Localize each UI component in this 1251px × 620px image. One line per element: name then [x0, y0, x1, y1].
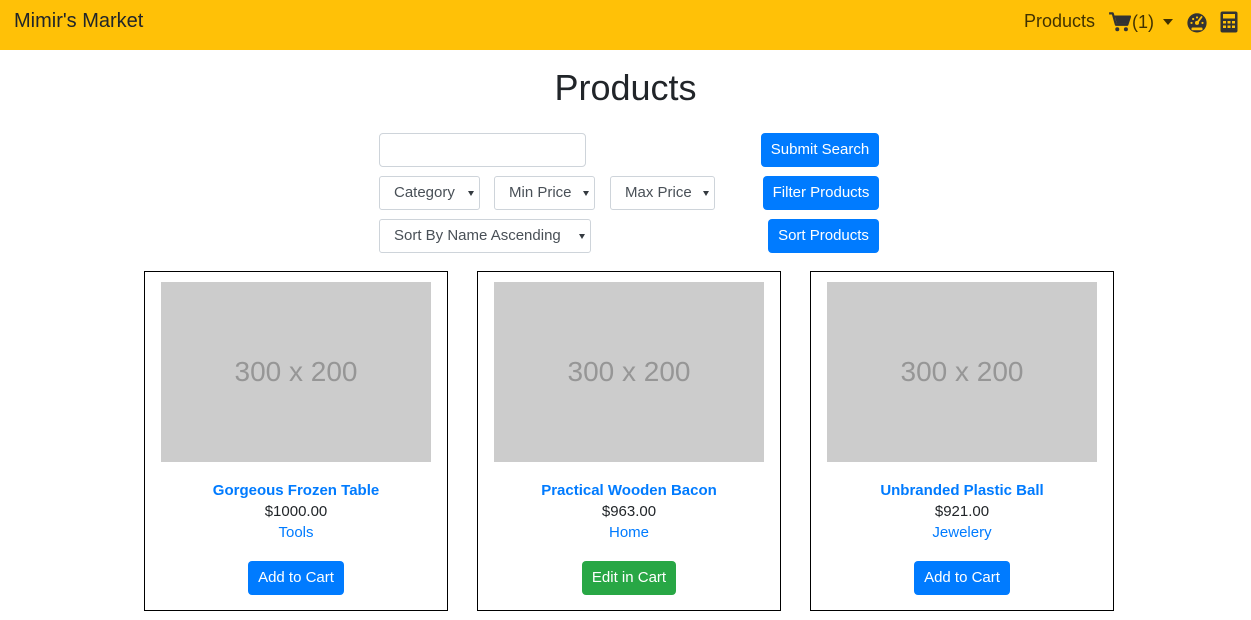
product-card: 300 x 200 Gorgeous Frozen Table $1000.00…: [144, 271, 448, 611]
product-name-link[interactable]: Practical Wooden Bacon: [478, 482, 780, 499]
cart-dropdown-toggle[interactable]: (1): [1109, 9, 1173, 35]
max-price-select-value: Max Price: [625, 184, 692, 201]
product-name-link[interactable]: Gorgeous Frozen Table: [145, 482, 447, 499]
min-price-select[interactable]: Min Price: [494, 176, 595, 210]
cart-icon: [1109, 12, 1131, 32]
product-image-placeholder: 300 x 200: [827, 282, 1097, 462]
product-price: $963.00: [601, 503, 657, 520]
product-name-link[interactable]: Unbranded Plastic Ball: [811, 482, 1113, 499]
product-category-link[interactable]: Tools: [145, 524, 447, 541]
navbar: Mimir's Market Products (1): [0, 0, 1251, 50]
search-input[interactable]: [379, 133, 586, 167]
sort-select-value: Sort By Name Ascending: [394, 227, 561, 244]
sort-select[interactable]: Sort By Name Ascending: [379, 219, 591, 253]
brand-link[interactable]: Mimir's Market: [14, 10, 143, 33]
submit-search-button[interactable]: Submit Search: [761, 133, 879, 167]
product-image-placeholder: 300 x 200: [161, 282, 431, 462]
product-image-placeholder: 300 x 200: [494, 282, 764, 462]
product-category-link[interactable]: Home: [478, 524, 780, 541]
tachometer-icon[interactable]: [1186, 11, 1208, 33]
product-price: $1000.00: [264, 503, 328, 520]
cart-count: (1): [1132, 11, 1154, 32]
product-card: 300 x 200 Unbranded Plastic Ball $921.00…: [810, 271, 1114, 611]
product-category-link[interactable]: Jewelery: [811, 524, 1113, 541]
category-select-value: Category: [394, 184, 455, 201]
max-price-select[interactable]: Max Price: [610, 176, 715, 210]
product-card: 300 x 200 Practical Wooden Bacon $963.00…: [477, 271, 781, 611]
sort-products-button[interactable]: Sort Products: [768, 219, 879, 253]
category-select[interactable]: Category: [379, 176, 480, 210]
add-to-cart-button[interactable]: Add to Cart: [248, 561, 344, 595]
filter-products-button[interactable]: Filter Products: [763, 176, 879, 210]
page-title: Products: [554, 67, 697, 108]
min-price-select-value: Min Price: [509, 184, 572, 201]
product-price: $921.00: [934, 503, 990, 520]
edit-in-cart-button[interactable]: Edit in Cart: [582, 561, 676, 595]
add-to-cart-button[interactable]: Add to Cart: [914, 561, 1010, 595]
chevron-down-icon: [1163, 19, 1173, 25]
calculator-icon[interactable]: [1220, 11, 1238, 33]
nav-products-link[interactable]: Products: [1024, 11, 1095, 32]
